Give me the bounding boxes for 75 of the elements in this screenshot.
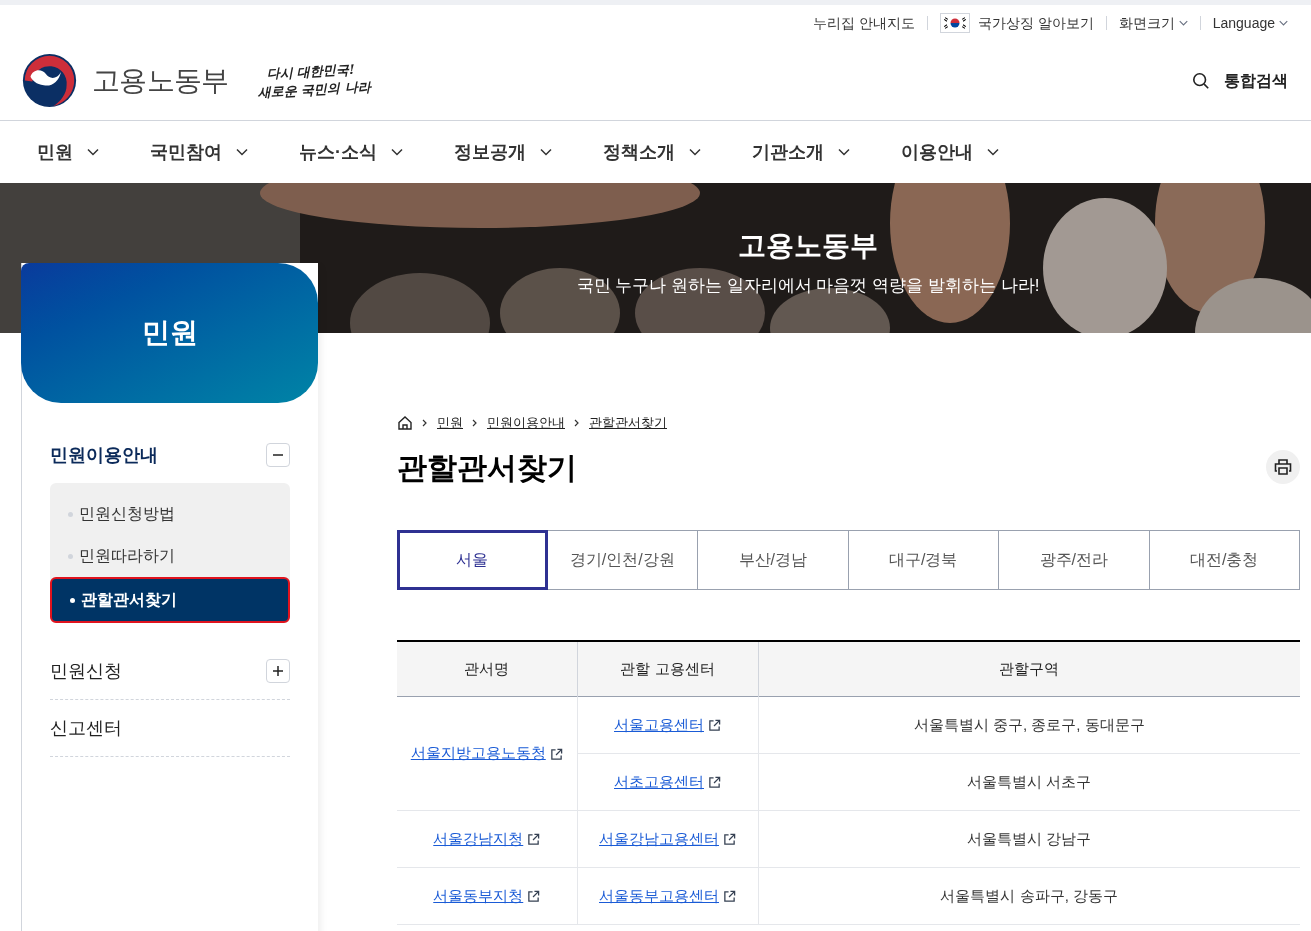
chevron-down-icon <box>1178 20 1188 26</box>
chevron-down-icon <box>540 148 552 156</box>
plus-icon <box>272 665 284 677</box>
chevron-right-icon <box>422 418 428 427</box>
utility-link[interactable]: Language <box>1212 12 1288 34</box>
region-tab[interactable]: 광주/전라 <box>998 529 1150 590</box>
office-link[interactable]: 서울강남지청 <box>433 829 524 847</box>
region-tab[interactable]: 대구/경북 <box>847 529 999 590</box>
region-tab[interactable]: 서울 <box>397 529 548 590</box>
hero-subtitle: 국민 누구나 원하는 일자리에서 마음껏 역량을 발휘하는 나라! <box>576 275 1040 297</box>
nav-menu-item[interactable]: 기관소개 <box>752 138 850 166</box>
table-cell: 서울특별시 강남구 <box>758 810 1300 868</box>
flag-icon <box>939 13 970 33</box>
chevron-right-icon <box>574 418 580 427</box>
nav-menu-item[interactable]: 뉴스·소식 <box>299 138 403 166</box>
collapse-button[interactable] <box>266 443 290 467</box>
nav-menu-item[interactable]: 정책소개 <box>603 138 701 166</box>
utility-link[interactable]: 국가상징 알아보기 <box>977 12 1094 34</box>
office-link[interactable]: 서울지방고용노동청 <box>410 744 546 762</box>
region-tab[interactable]: 대전/충청 <box>1148 529 1300 590</box>
slogan-text: 다시 대한민국! <box>264 60 356 81</box>
page-title: 관할관서찾기 <box>397 449 577 486</box>
breadcrumb-link[interactable]: 관할관서찾기 <box>589 413 667 433</box>
chevron-down-icon <box>236 148 248 156</box>
chevron-down-icon <box>391 148 403 156</box>
home-icon[interactable] <box>397 414 413 431</box>
search-icon <box>1192 71 1210 90</box>
nav-menu-item[interactable]: 정보공개 <box>454 138 552 166</box>
external-link-icon <box>708 776 721 790</box>
column-header: 관할구역 <box>758 640 1300 697</box>
table-cell: 서울특별시 송파구, 강동구 <box>758 867 1300 925</box>
logo-text: 고용노동부 <box>92 63 229 98</box>
center-link[interactable]: 서초고용센터 <box>614 772 704 790</box>
external-link-icon <box>549 747 563 761</box>
nav-menu-item[interactable]: 이용안내 <box>901 138 999 166</box>
column-header: 관할 고용센터 <box>577 640 758 697</box>
hero-title: 고용노동부 <box>738 229 878 263</box>
submenu-item[interactable]: 관할관서찾기 <box>50 577 290 623</box>
utility-link[interactable]: 누리집 안내지도 <box>812 12 915 34</box>
submenu-item[interactable]: 민원따라하기 <box>50 535 290 577</box>
external-link-icon <box>723 833 736 847</box>
external-link-icon <box>527 833 541 847</box>
nav-menu-item[interactable]: 국민참여 <box>150 138 248 166</box>
chevron-down-icon <box>838 148 850 156</box>
print-button[interactable] <box>1266 450 1300 484</box>
table-cell: 서울특별시 서초구 <box>758 753 1300 811</box>
sidebar-menu-item[interactable]: 민원신청 <box>50 657 122 685</box>
chevron-down-icon <box>1279 20 1288 26</box>
nav-menu-item[interactable]: 민원 <box>37 138 99 166</box>
breadcrumb-link[interactable]: 민원이용안내 <box>487 413 565 433</box>
sidebar-menu-item[interactable]: 민원이용안내 <box>50 441 158 469</box>
column-header: 관서명 <box>397 640 577 697</box>
chevron-right-icon <box>472 418 478 427</box>
sidebar-menu-item[interactable]: 신고센터 <box>50 714 122 742</box>
print-icon <box>1274 458 1292 476</box>
submenu-item[interactable]: 민원신청방법 <box>50 493 290 535</box>
region-tab[interactable]: 경기/인천/강원 <box>546 529 698 590</box>
breadcrumb-link[interactable]: 민원 <box>437 413 463 433</box>
logo-icon <box>21 52 78 109</box>
section-title: 민원 <box>141 316 198 350</box>
chevron-down-icon <box>87 148 99 156</box>
chevron-down-icon <box>689 148 701 156</box>
external-link-icon <box>527 890 541 904</box>
table-cell: 서울특별시 중구, 종로구, 동대문구 <box>758 696 1300 754</box>
search-button[interactable]: 통합검색 <box>1192 68 1288 93</box>
region-tab[interactable]: 부산/경남 <box>697 529 849 590</box>
center-link[interactable]: 서울고용센터 <box>614 715 704 733</box>
chevron-down-icon <box>987 148 999 156</box>
external-link-icon <box>723 890 736 904</box>
external-link-icon <box>708 719 721 733</box>
utility-link[interactable]: 화면크기 <box>1118 12 1188 34</box>
center-link[interactable]: 서울동부고용센터 <box>599 886 719 904</box>
expand-button[interactable] <box>266 659 290 683</box>
office-link[interactable]: 서울동부지청 <box>433 886 524 904</box>
center-link[interactable]: 서울강남고용센터 <box>599 829 719 847</box>
